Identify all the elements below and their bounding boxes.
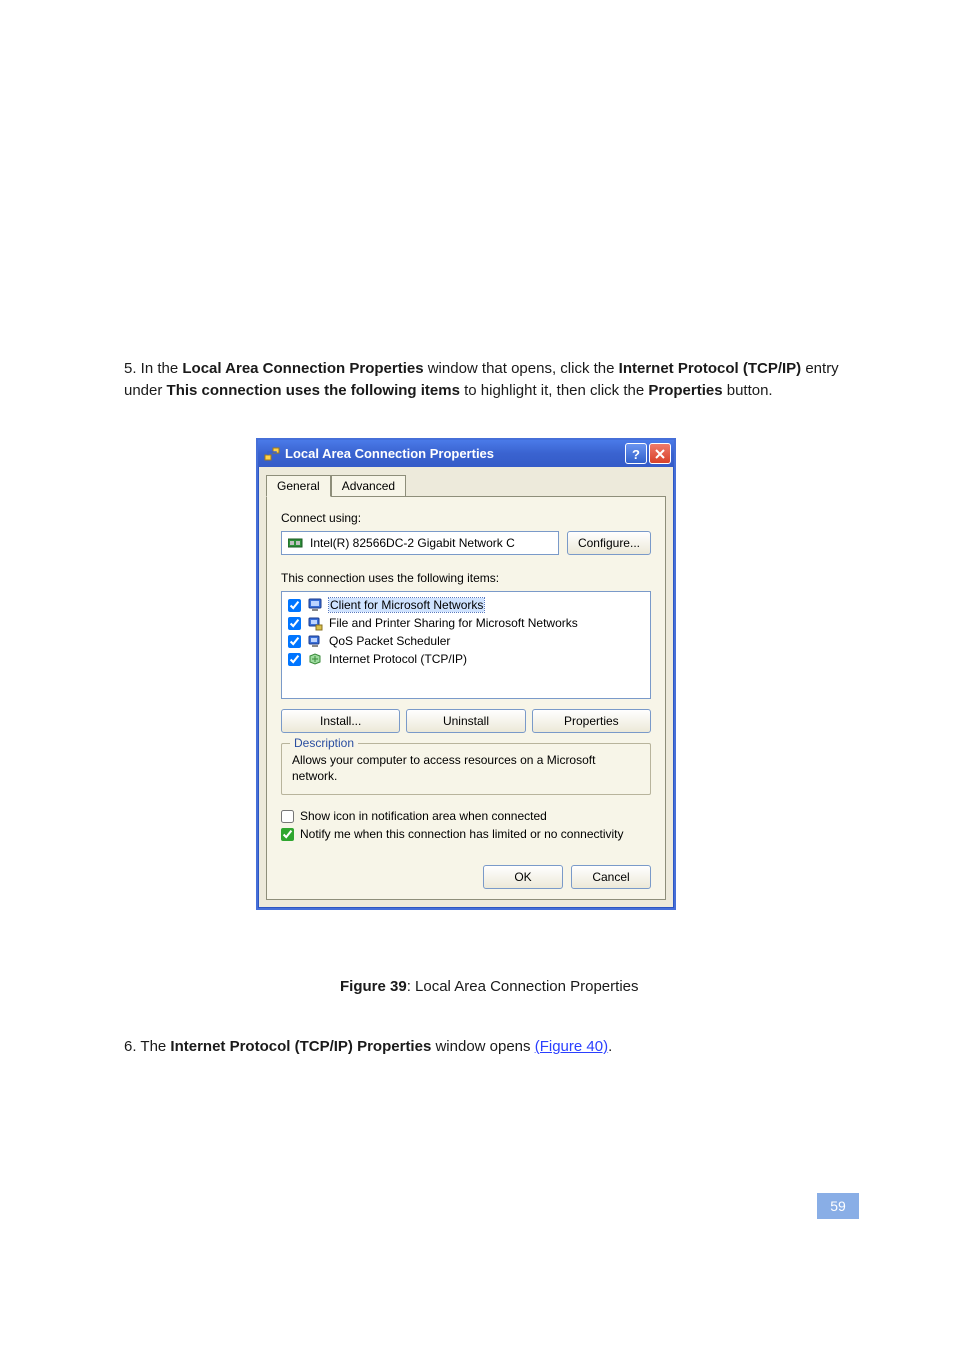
configure-button[interactable]: Configure... [567,531,651,555]
page-number: 59 [817,1193,859,1219]
title-text: Local Area Connection Properties [285,446,494,461]
titlebar: Local Area Connection Properties ? [258,440,674,467]
item-label: Client for Microsoft Networks [329,598,484,612]
nic-name: Intel(R) 82566DC-2 Gigabit Network C [310,536,515,550]
tab-general[interactable]: General [266,475,331,497]
tab-strip: General Advanced [258,467,674,496]
item-label: QoS Packet Scheduler [329,634,450,648]
sharing-icon [307,615,323,631]
client-icon [307,597,323,613]
item-label: File and Printer Sharing for Microsoft N… [329,616,578,630]
list-item[interactable]: File and Printer Sharing for Microsoft N… [288,614,644,632]
description-legend: Description [290,736,358,750]
install-button[interactable]: Install... [281,709,400,733]
notify-label: Notify me when this connection has limit… [300,827,624,841]
instruction-step-5: 5. In the Local Area Connection Properti… [124,358,844,402]
uninstall-button[interactable]: Uninstall [406,709,525,733]
item-checkbox[interactable] [288,599,301,612]
description-group: Description Allows your computer to acce… [281,743,651,795]
cancel-button[interactable]: Cancel [571,865,651,889]
general-panel: Connect using: Intel(R) 82566DC-2 Gigabi… [266,496,666,900]
tcpip-icon [307,651,323,667]
item-checkbox[interactable] [288,635,301,648]
item-label: Internet Protocol (TCP/IP) [329,652,467,666]
show-icon-checkbox[interactable] [281,810,294,823]
qos-icon [307,633,323,649]
list-item[interactable]: Internet Protocol (TCP/IP) [288,650,644,668]
list-item[interactable]: Client for Microsoft Networks [288,596,644,614]
items-listbox[interactable]: Client for Microsoft Networks File and P… [281,591,651,699]
description-text: Allows your computer to access resources… [292,752,640,784]
lac-properties-dialog: Local Area Connection Properties ? Gener… [256,438,676,910]
notify-row[interactable]: Notify me when this connection has limit… [281,827,651,841]
svg-text:?: ? [632,447,640,461]
instruction-step-6: 6. The Internet Protocol (TCP/IP) Proper… [124,1036,844,1058]
figure-caption: Figure 39: Local Area Connection Propert… [340,976,639,998]
nic-card-icon [288,537,304,549]
list-item[interactable]: QoS Packet Scheduler [288,632,644,650]
show-icon-row[interactable]: Show icon in notification area when conn… [281,809,651,823]
close-button[interactable] [649,443,671,464]
tab-advanced[interactable]: Advanced [331,475,406,496]
network-icon [264,446,280,462]
ok-button[interactable]: OK [483,865,563,889]
connect-using-label: Connect using: [281,511,651,525]
figure-link[interactable]: (Figure 40) [535,1038,608,1055]
item-checkbox[interactable] [288,653,301,666]
items-label: This connection uses the following items… [281,571,651,585]
notify-checkbox[interactable] [281,828,294,841]
properties-button[interactable]: Properties [532,709,651,733]
nic-field: Intel(R) 82566DC-2 Gigabit Network C [281,531,559,555]
item-checkbox[interactable] [288,617,301,630]
help-button[interactable]: ? [625,443,647,464]
show-icon-label: Show icon in notification area when conn… [300,809,547,823]
